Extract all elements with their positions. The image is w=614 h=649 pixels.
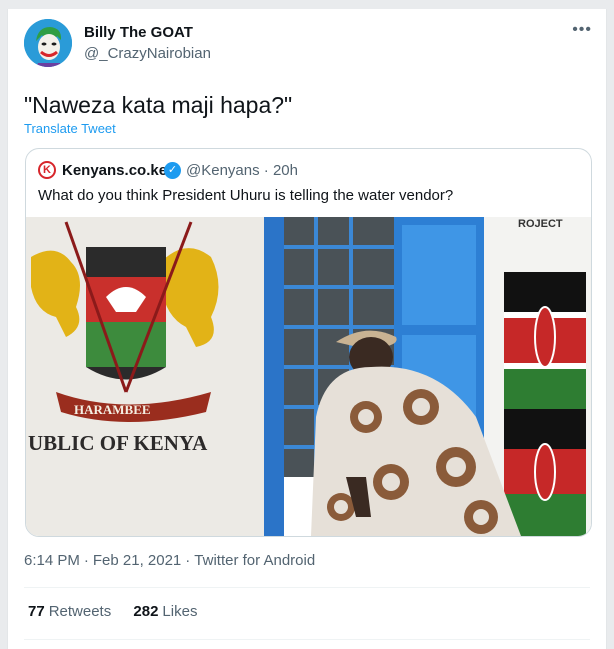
translate-tweet-link[interactable]: Translate Tweet (24, 121, 116, 136)
tweet-stats: 77 Retweets 282 Likes (28, 603, 215, 620)
kenya-flag-shape (504, 272, 586, 536)
wall-sign-text: ROJECT (518, 218, 563, 230)
tweet-timestamp: 6:14 PM · Feb 21, 2021 · Twitter for Android (24, 552, 316, 569)
quote-photo[interactable]: HARAMBEE UBLIC OF KENYA ROJECT (26, 217, 591, 536)
divider (24, 587, 590, 588)
author-name[interactable]: Billy The GOAT (84, 24, 193, 41)
retweets-label: Retweets (48, 603, 112, 620)
mural-motto-text: HARAMBEE (74, 402, 151, 417)
likes-count: 282 (133, 603, 159, 620)
tweet-time[interactable]: 6:14 PM (24, 552, 80, 569)
tweet-source[interactable]: Twitter for Android (194, 552, 315, 569)
author-avatar[interactable] (24, 19, 72, 67)
quote-author-handle: @Kenyans (186, 162, 260, 179)
retweets-stat[interactable]: 77 Retweets (28, 603, 111, 620)
tweet-date[interactable]: Feb 21, 2021 (93, 552, 181, 569)
likes-label: Likes (162, 603, 198, 620)
meta-dot: · (263, 162, 269, 179)
kenyans-logo-icon: K (38, 161, 56, 179)
more-options-icon[interactable]: ••• (572, 21, 592, 39)
quoted-tweet[interactable]: K Kenyans.co.ke ✓ @Kenyans · 20h What do… (25, 148, 592, 537)
divider (24, 639, 590, 640)
tweet-text: "Naweza kata maji hapa?" (24, 92, 293, 118)
mural-republic-text: UBLIC OF KENYA (28, 431, 208, 455)
joker-avatar-icon (24, 19, 72, 67)
verified-badge-icon: ✓ (164, 162, 181, 179)
likes-stat[interactable]: 282 Likes (133, 603, 197, 620)
retweets-count: 77 (28, 603, 45, 620)
tweet-card: Billy The GOAT @_CrazyNairobian ••• "Naw… (7, 9, 607, 649)
quote-text: What do you think President Uhuru is tel… (38, 187, 454, 204)
quote-author-name: Kenyans.co.ke (62, 162, 168, 179)
quote-meta: @Kenyans · 20h (186, 162, 298, 179)
author-handle[interactable]: @_CrazyNairobian (84, 45, 211, 62)
quote-age: 20h (272, 162, 298, 179)
